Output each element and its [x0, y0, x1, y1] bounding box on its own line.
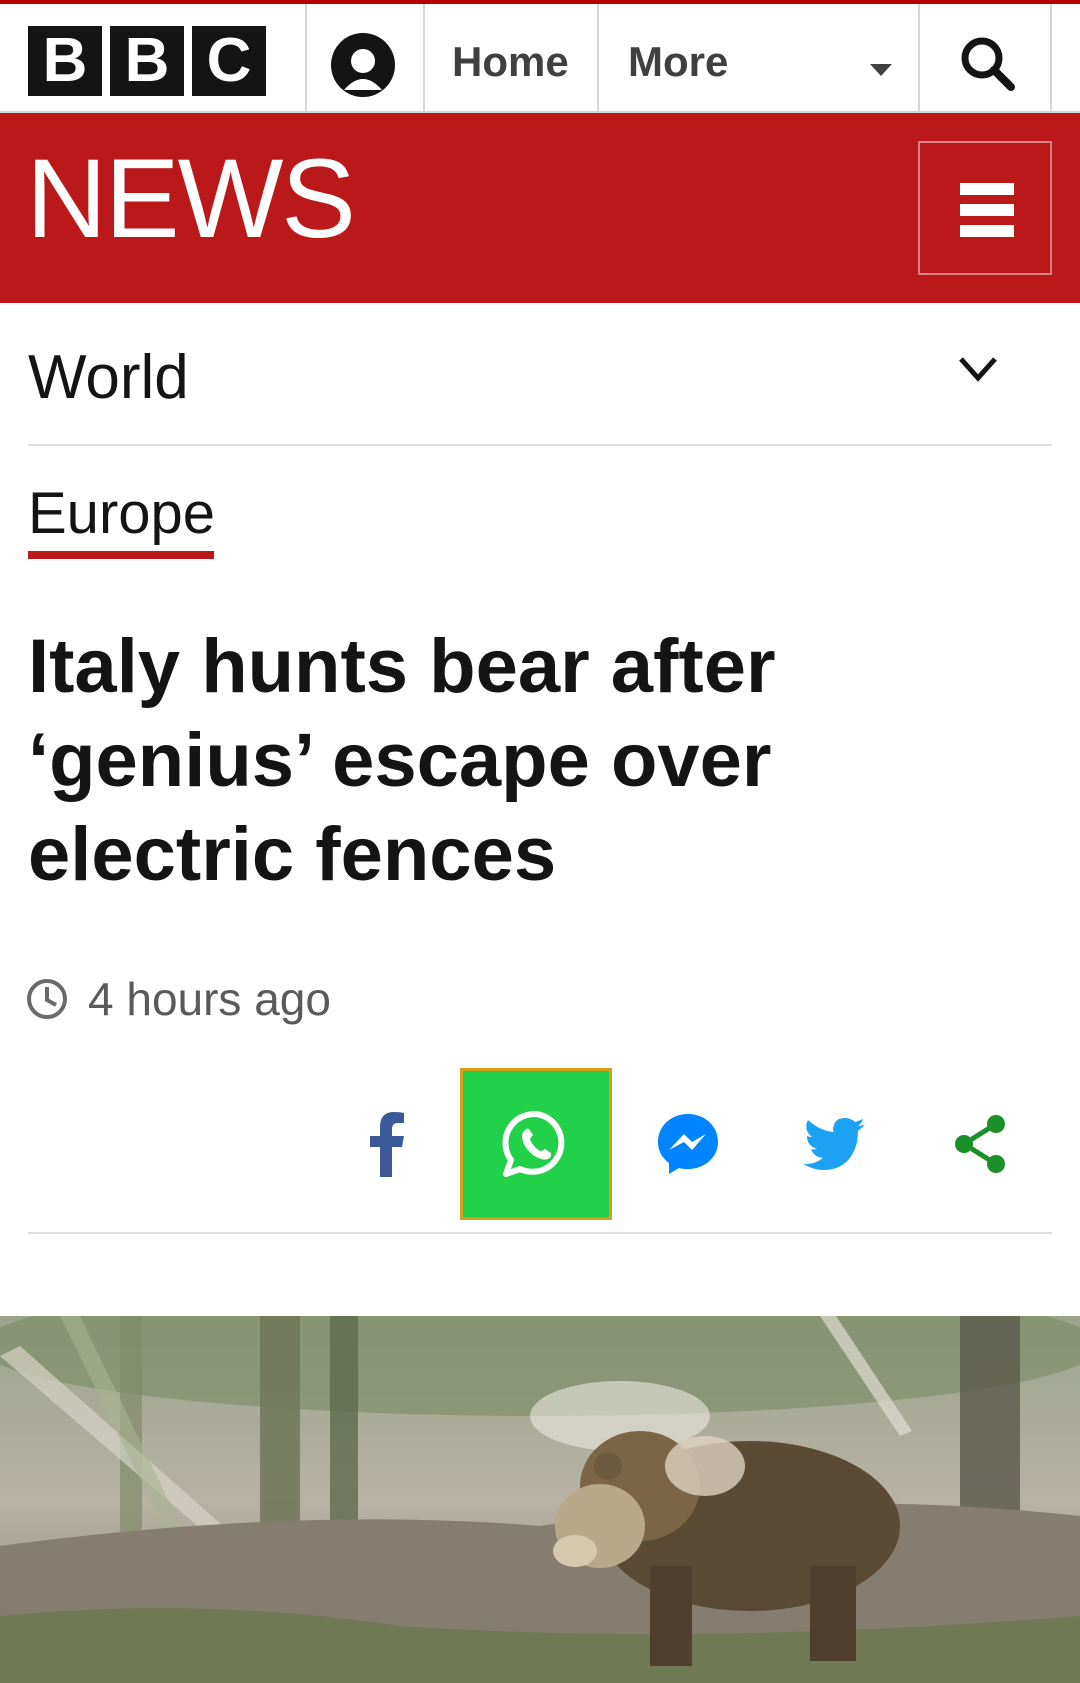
timestamp-text: 4 hours ago — [88, 973, 331, 1025]
divider — [918, 4, 920, 113]
clock-icon — [27, 979, 67, 1019]
share-messenger-button[interactable] — [612, 1068, 764, 1220]
tab-europe[interactable]: Europe — [28, 480, 215, 559]
messenger-icon — [658, 1114, 718, 1174]
whatsapp-icon — [502, 1110, 565, 1177]
active-tab-underline — [28, 551, 214, 559]
divider — [597, 4, 599, 113]
nav-more-button[interactable]: More — [628, 38, 728, 86]
article-hero-image[interactable] — [0, 1316, 1080, 1683]
share-whatsapp-button[interactable] — [460, 1068, 612, 1220]
article-headline: Italy hunts bear after ‘genius’ escape o… — [28, 624, 776, 897]
share-twitter-button[interactable] — [758, 1068, 910, 1220]
section-title[interactable]: World — [28, 342, 189, 413]
chevron-down-icon[interactable] — [958, 356, 998, 382]
hamburger-menu-icon — [960, 183, 1014, 237]
article-timestamp: 4 hours ago — [26, 972, 331, 1026]
bbc-logo-letter: B — [28, 26, 102, 96]
news-wordmark[interactable]: NEWS — [26, 143, 356, 255]
search-icon[interactable] — [958, 34, 1016, 92]
divider — [305, 4, 307, 113]
twitter-icon — [803, 1118, 865, 1170]
share-icon — [955, 1115, 1005, 1173]
news-banner: NEWS — [0, 113, 1080, 303]
dropdown-caret-icon[interactable] — [870, 64, 892, 76]
bbc-logo-letter: C — [192, 26, 266, 96]
bbc-logo-letter: B — [110, 26, 184, 96]
divider — [1050, 4, 1052, 113]
bear-photo — [0, 1316, 1080, 1683]
facebook-icon — [370, 1112, 404, 1177]
account-icon[interactable] — [330, 32, 396, 98]
share-divider — [28, 1232, 1052, 1234]
tab-europe-label: Europe — [28, 481, 216, 546]
bbc-top-bar: B B C Home More — [0, 0, 1080, 113]
share-facebook-button[interactable] — [310, 1068, 462, 1220]
share-tools — [0, 1068, 1080, 1220]
divider — [423, 4, 425, 113]
section-divider — [28, 444, 1052, 446]
bbc-logo[interactable]: B B C — [28, 26, 266, 96]
nav-home-link[interactable]: Home — [452, 38, 569, 86]
menu-button[interactable] — [918, 141, 1052, 275]
share-more-button[interactable] — [904, 1068, 1056, 1220]
